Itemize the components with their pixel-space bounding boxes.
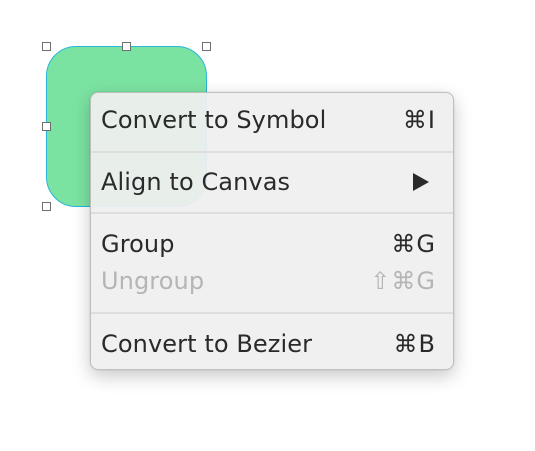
menu-item-label: Convert to Symbol [101,106,327,134]
resize-handle-bottom-left[interactable] [42,202,51,211]
menu-item-shortcut: ⌘I [402,106,436,134]
menu-item-convert-to-bezier[interactable]: Convert to Bezier ⌘B [91,325,453,363]
menu-item-shortcut: ⌘B [393,330,436,358]
menu-item-ungroup: Ungroup ⇧⌘G [91,262,453,300]
menu-item-align-to-canvas[interactable]: Align to Canvas [91,163,453,201]
menu-separator [91,151,453,153]
menu-item-label: Convert to Bezier [101,330,313,358]
menu-item-group[interactable]: Group ⌘G [91,225,453,263]
menu-item-shortcut: ⌘G [391,230,436,258]
menu-item-label: Ungroup [101,267,205,295]
menu-separator [91,212,453,214]
resize-handle-top-left[interactable] [42,42,51,51]
resize-handle-top-right[interactable] [202,42,211,51]
resize-handle-top-middle[interactable] [122,42,131,51]
triangle-right-icon [413,173,429,191]
menu-item-convert-to-symbol[interactable]: Convert to Symbol ⌘I [91,101,453,139]
resize-handle-middle-left[interactable] [42,122,51,131]
menu-separator [91,312,453,314]
menu-item-label: Group [101,230,175,258]
context-menu: Convert to Symbol ⌘I Align to Canvas Gro… [90,92,454,370]
menu-item-label: Align to Canvas [101,168,291,196]
menu-item-shortcut: ⇧⌘G [370,267,436,295]
